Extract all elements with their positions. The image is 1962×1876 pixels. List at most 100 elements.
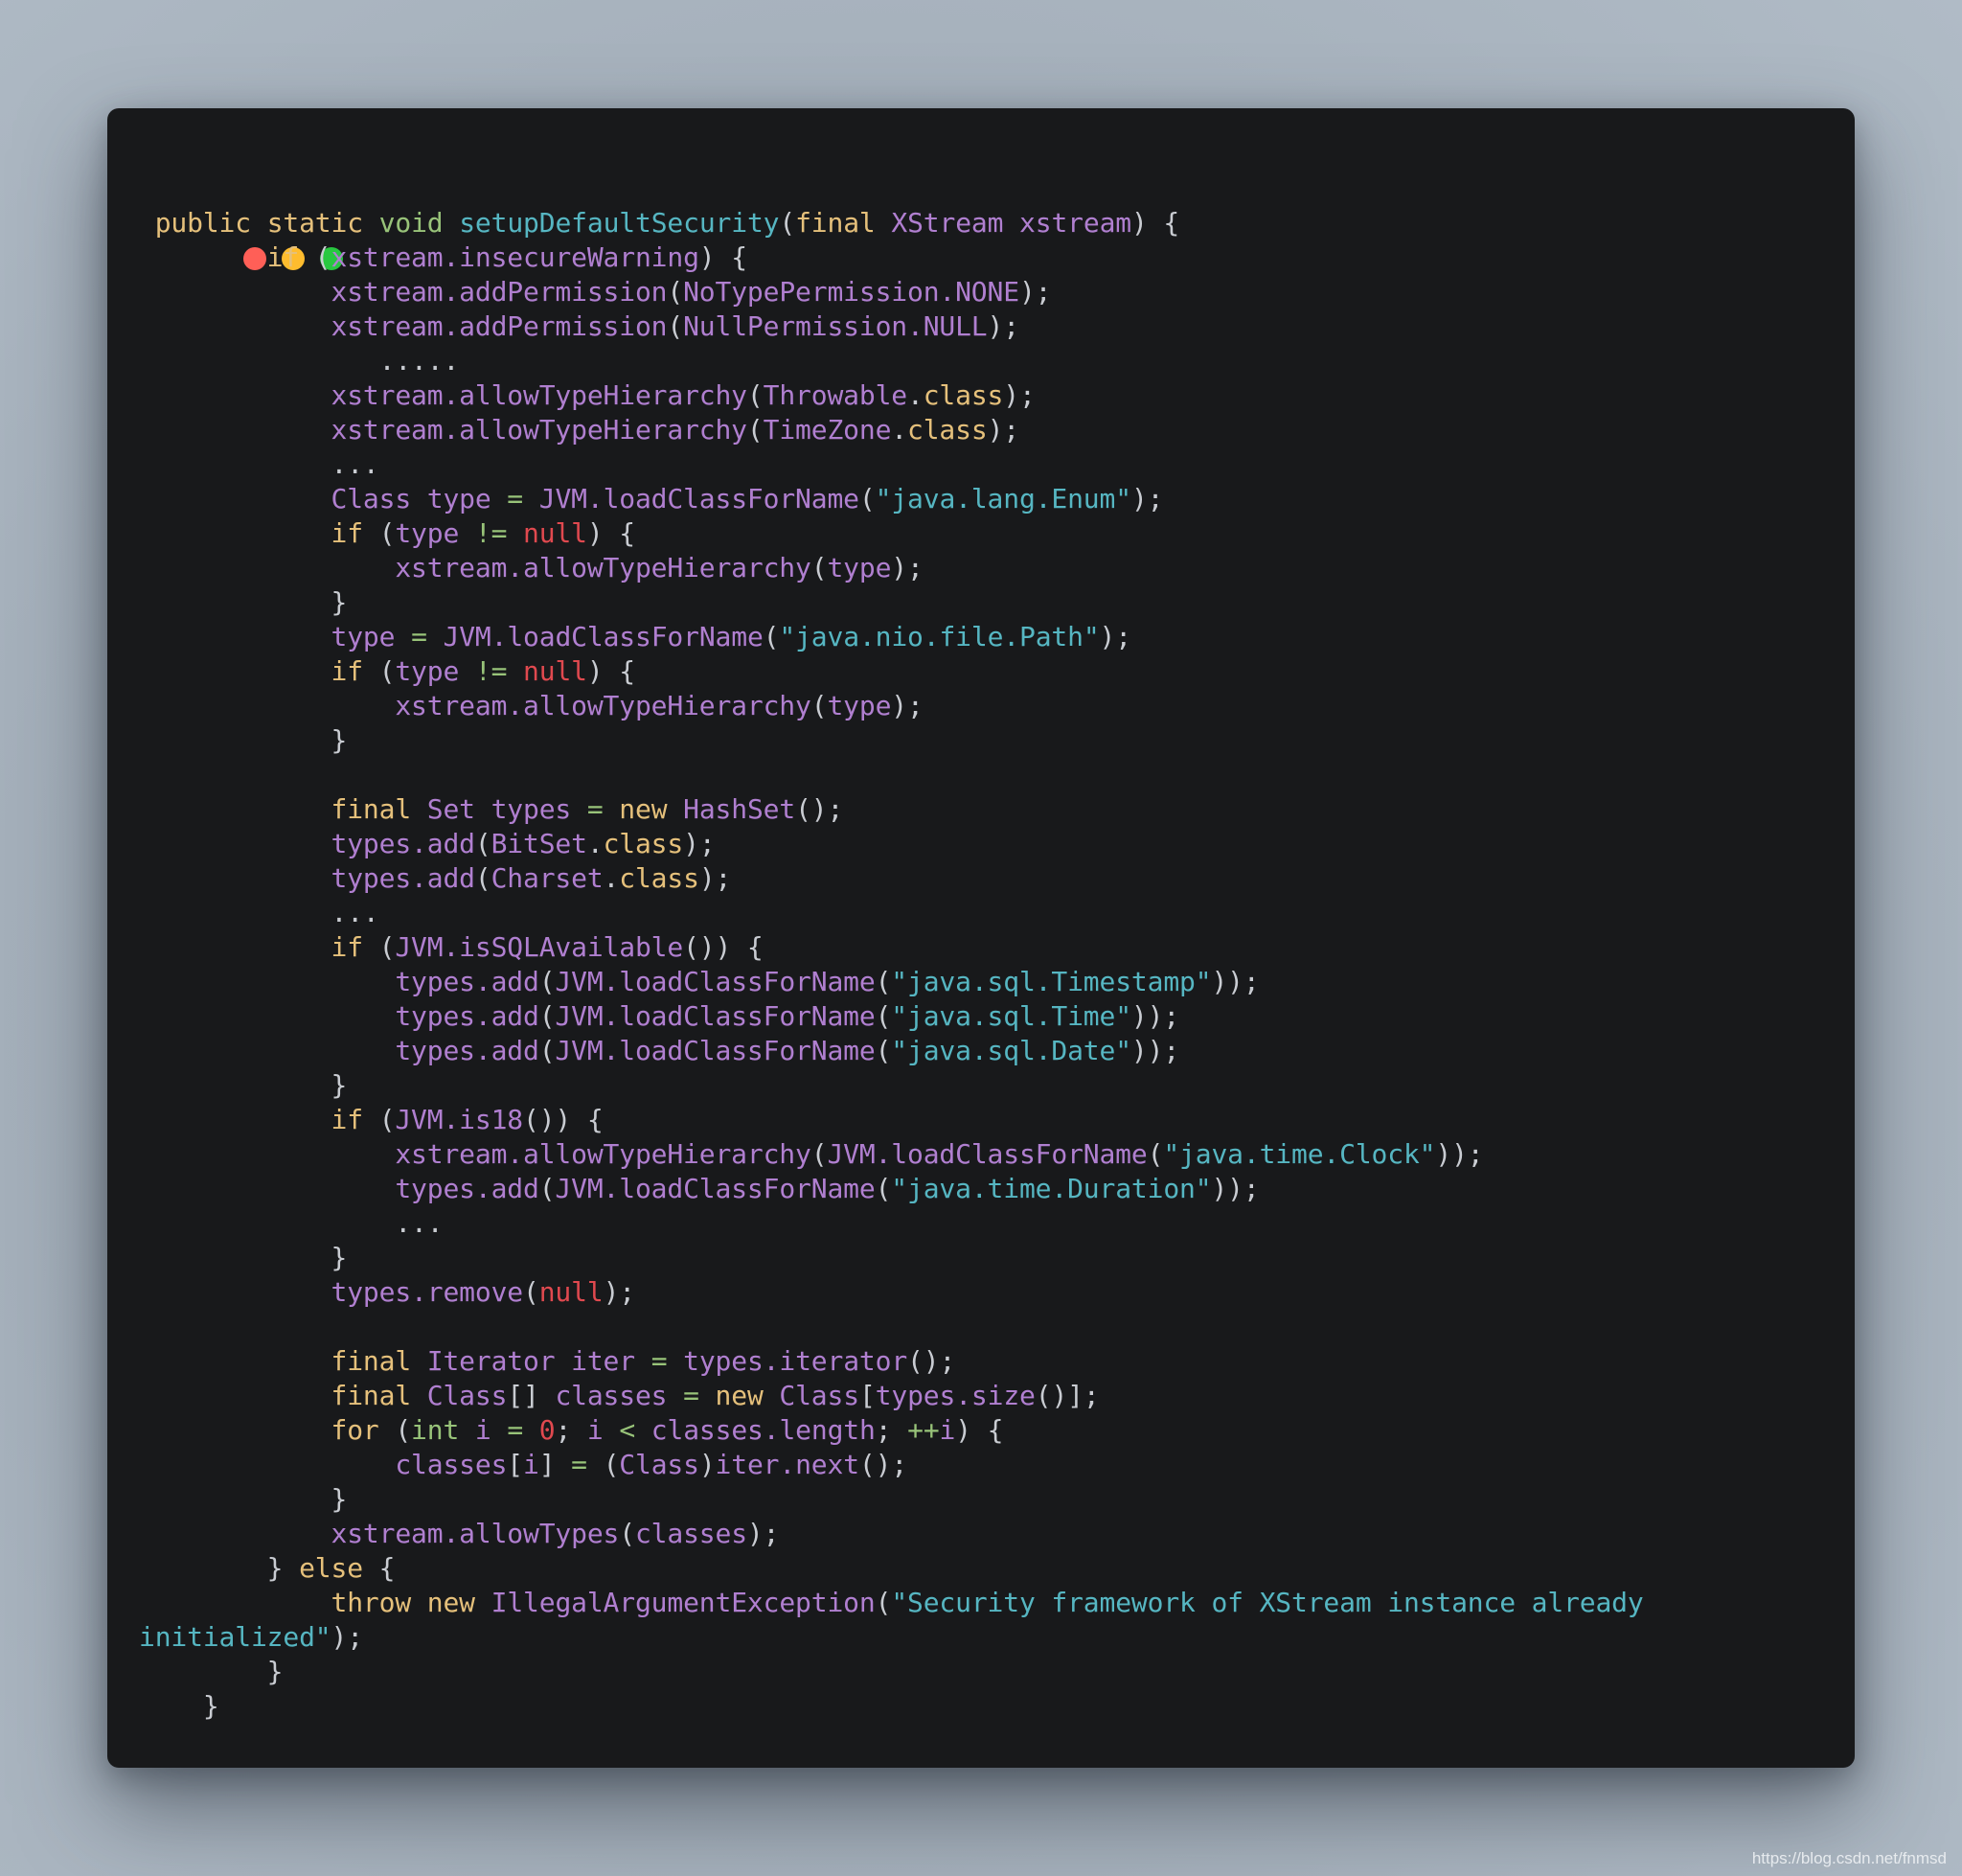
code-token: initialized" [139, 1621, 331, 1653]
code-token: types.iterator [683, 1345, 908, 1377]
code-line: xstream.addPermission(NullPermission.NUL… [139, 309, 1644, 344]
code-token: ); [1003, 379, 1036, 411]
code-token: if [331, 1104, 364, 1135]
code-token: JVM.loadClassForName [443, 621, 764, 652]
code-token: static [266, 207, 363, 239]
code-token: classes [395, 1449, 508, 1480]
code-token: ; [875, 1414, 908, 1446]
code-token: ... [139, 1207, 444, 1239]
code-token: ); [603, 1276, 636, 1308]
code-token: "java.sql.Time" [891, 1000, 1131, 1032]
code-token: ); [698, 862, 732, 894]
code-token: XStream [891, 207, 1004, 239]
code-token: JVM.loadClassForName [555, 966, 876, 997]
code-line: if (type != null) { [139, 654, 1644, 689]
code-token: ) { [698, 241, 747, 273]
code-token: if [266, 241, 300, 273]
code-token: class [619, 862, 699, 894]
code-token: throw [331, 1587, 412, 1618]
code-line: types.add(Charset.class); [139, 861, 1644, 896]
code-token: . [603, 862, 620, 894]
code-token: ] [538, 1449, 572, 1480]
code-token: ( [779, 207, 796, 239]
code-token: ( [538, 1000, 556, 1032]
code-token: i [474, 1414, 491, 1446]
code-token: ( [810, 552, 828, 583]
code-token: TimeZone [763, 414, 892, 446]
code-token: if [331, 655, 364, 687]
code-token: types.add [331, 862, 476, 894]
code-token: ( [474, 828, 491, 859]
code-token: NullPermission.NULL [683, 310, 988, 342]
code-token: types.add [395, 1173, 539, 1204]
code-token: classes.length [650, 1414, 876, 1446]
code-token: int [411, 1414, 460, 1446]
code-token: )); [1130, 1000, 1180, 1032]
code-token: JVM.loadClassForName [555, 1035, 876, 1066]
code-token: types.add [395, 1000, 539, 1032]
code-line: for (int i = 0; i < classes.length; ++i)… [139, 1413, 1644, 1448]
code-token: )); [1211, 966, 1260, 997]
code-token: ); [1099, 621, 1132, 652]
code-token: ( [538, 966, 556, 997]
code-token: type [827, 690, 892, 721]
code-token: ( [746, 414, 764, 446]
code-token: (); [907, 1345, 956, 1377]
code-line: initialized"); [139, 1620, 1644, 1655]
code-token: . [907, 379, 924, 411]
code-token: )); [1211, 1173, 1260, 1204]
code-line: xstream.allowTypeHierarchy(type); [139, 551, 1644, 585]
code-token: } [139, 586, 348, 618]
code-token: xstream.allowTypeHierarchy [395, 1138, 811, 1170]
code-block: public static void setupDefaultSecurity(… [139, 206, 1644, 1724]
code-token: i [939, 1414, 956, 1446]
code-token: ( [362, 1104, 396, 1135]
code-token: public [154, 207, 251, 239]
code-token: new [426, 1587, 475, 1618]
code-line: final Class[] classes = new Class[types.… [139, 1379, 1644, 1413]
code-line: xstream.addPermission(NoTypePermission.N… [139, 275, 1644, 309]
code-token: setupDefaultSecurity [459, 207, 780, 239]
code-token: xstream.allowTypeHierarchy [331, 379, 748, 411]
code-token: xstream.addPermission [331, 276, 668, 308]
code-token: types.add [395, 1035, 539, 1066]
code-token: class [603, 828, 684, 859]
code-token: Class [426, 1380, 508, 1411]
code-token: ( [362, 655, 396, 687]
code-token: ( [1147, 1138, 1164, 1170]
code-token: ( [875, 1587, 892, 1618]
code-token: )); [1435, 1138, 1484, 1170]
code-line: } [139, 1482, 1644, 1517]
code-token: ( [810, 690, 828, 721]
code-token: xstream.allowTypeHierarchy [331, 414, 748, 446]
code-token: < [619, 1414, 636, 1446]
code-token: JVM.is18 [395, 1104, 524, 1135]
code-token: types.add [395, 966, 539, 997]
code-token: JVM.isSQLAvailable [395, 931, 684, 963]
code-token: IllegalArgumentException [490, 1587, 876, 1618]
code-line: } else { [139, 1551, 1644, 1586]
code-token: } [139, 1242, 348, 1273]
code-token: Iterator iter [426, 1345, 635, 1377]
